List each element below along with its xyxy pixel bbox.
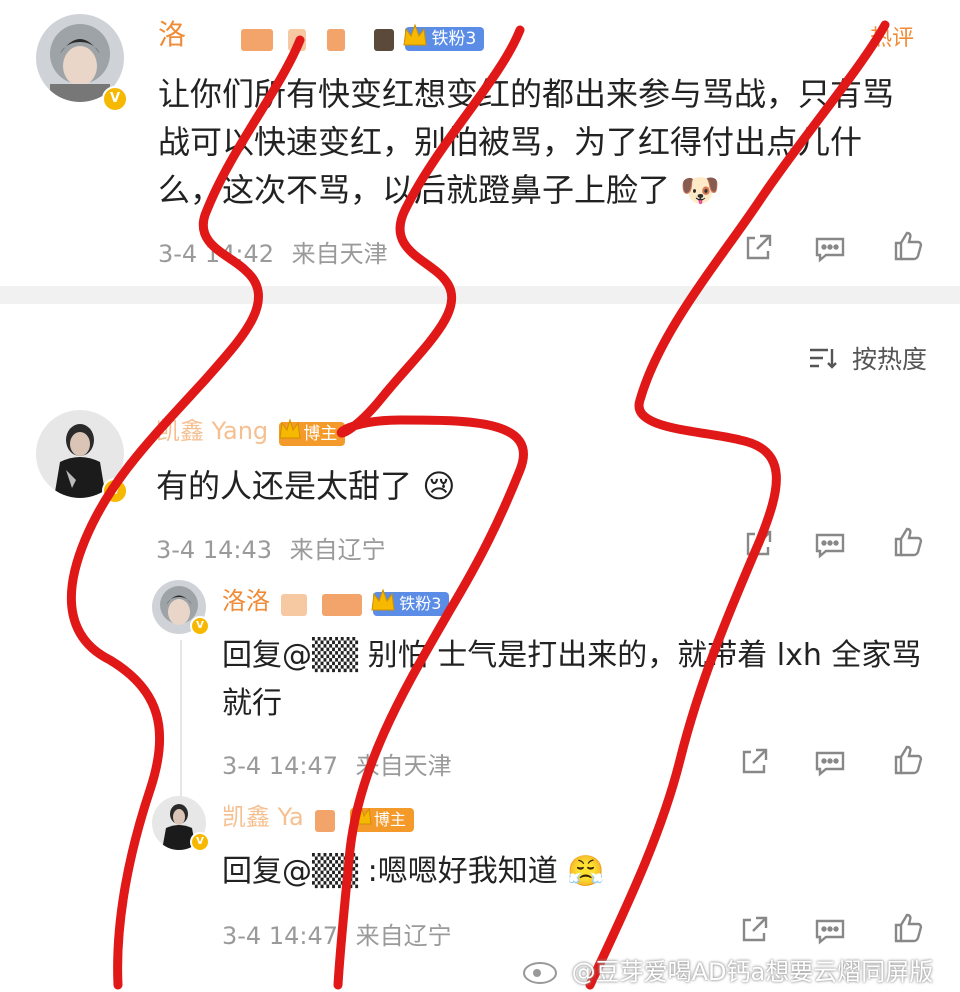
reply-header: 洛洛 铁粉3	[222, 584, 782, 616]
watermark: @豆芽爱喝AD钙a想要云熠同屏版	[520, 952, 933, 987]
reply-header: 凯鑫 Ya 博主	[222, 800, 782, 832]
reply-time: 3-4 14:47	[222, 922, 338, 950]
reply-text: 回复@▒▒ 别怕 士气是打出来的，就带着 lxh 全家骂就行	[222, 638, 922, 721]
comment-body: 让你们所有快变红想变红的都出来参与骂战，只有骂战可以快速变红，别怕被骂，为了红得…	[158, 75, 895, 209]
comment-header: 洛 铁粉3	[158, 18, 918, 54]
redacted-block	[288, 28, 307, 51]
username[interactable]: 洛洛	[222, 587, 270, 615]
fan-badge-label: 铁粉3	[431, 29, 477, 49]
fan-badge: 铁粉3	[371, 588, 450, 616]
username[interactable]: 凯鑫 Yang	[156, 417, 268, 445]
redacted-block	[322, 593, 363, 616]
comment-text: 让你们所有快变红想变红的都出来参与骂战，只有骂战可以快速变红，别怕被骂，为了红得…	[158, 70, 918, 214]
verified-badge-icon: V	[102, 478, 128, 504]
blogger-badge-label: 博主	[373, 810, 406, 829]
comment-icon[interactable]	[812, 230, 848, 266]
crown-icon	[348, 802, 374, 830]
comment-icon[interactable]	[812, 912, 848, 948]
username[interactable]: 凯鑫 Ya	[222, 803, 304, 831]
watermark-text: @豆芽爱喝AD钙a想要云熠同屏版	[571, 958, 934, 986]
sort-button[interactable]: 按热度	[808, 340, 927, 376]
share-icon[interactable]	[740, 526, 776, 562]
emoji-icon: 😢	[422, 467, 456, 505]
share-icon[interactable]	[736, 912, 772, 948]
comment-location: 来自天津	[291, 240, 388, 268]
fan-badge: 铁粉3	[403, 23, 485, 51]
like-icon[interactable]	[890, 742, 926, 778]
reply-time: 3-4 14:47	[222, 752, 338, 780]
emoji-icon: 😤	[567, 854, 605, 889]
redacted-block	[327, 28, 346, 51]
share-icon[interactable]	[740, 230, 776, 266]
verified-badge-icon: V	[102, 86, 128, 112]
crown-icon	[277, 416, 303, 444]
hot-comment-badge: 热评	[870, 26, 915, 51]
comment-meta: 3-4 14:42 来自天津	[158, 234, 388, 269]
comment-icon[interactable]	[812, 744, 848, 780]
reply-meta: 3-4 14:47 来自天津	[222, 746, 452, 781]
reply-body: 回复@▒▒ :嗯嗯好我知道	[222, 854, 558, 889]
section-divider	[0, 286, 960, 304]
blogger-badge: 博主	[279, 418, 346, 446]
comment-location: 来自辽宁	[289, 536, 386, 564]
like-icon[interactable]	[890, 524, 926, 560]
redacted-block	[314, 809, 335, 832]
reply-text: 回复@▒▒ :嗯嗯好我知道 😤	[222, 848, 922, 896]
crown-icon	[401, 21, 429, 51]
comment-time: 3-4 14:42	[158, 240, 274, 268]
comment-icon[interactable]	[812, 526, 848, 562]
redacted-block	[281, 593, 308, 616]
sort-label: 按热度	[851, 345, 927, 374]
sort-icon	[808, 345, 838, 371]
like-icon[interactable]	[890, 910, 926, 946]
comment-body: 有的人还是太甜了	[156, 467, 413, 505]
reply-meta: 3-4 14:47 来自辽宁	[222, 916, 452, 951]
fan-badge-label: 铁粉3	[399, 594, 442, 613]
redacted-block	[241, 28, 274, 51]
comment-time: 3-4 14:43	[156, 536, 272, 564]
comment-text: 有的人还是太甜了 😢	[156, 462, 456, 510]
crown-icon	[369, 586, 397, 616]
redacted-block	[374, 28, 395, 51]
share-icon[interactable]	[736, 744, 772, 780]
blogger-badge-label: 博主	[303, 424, 338, 444]
comment-header: 凯鑫 Yang 博主	[156, 414, 756, 448]
comment-meta: 3-4 14:43 来自辽宁	[156, 530, 386, 565]
reply-location: 来自辽宁	[355, 922, 452, 950]
weibo-logo-icon	[520, 955, 560, 985]
emoji-icon: 🐶	[680, 171, 721, 209]
reply-location: 来自天津	[355, 752, 452, 780]
verified-badge-icon: V	[190, 832, 210, 852]
username[interactable]: 洛	[158, 18, 186, 51]
like-icon[interactable]	[890, 228, 926, 264]
blogger-badge: 博主	[349, 804, 414, 832]
verified-badge-icon: V	[190, 616, 210, 636]
